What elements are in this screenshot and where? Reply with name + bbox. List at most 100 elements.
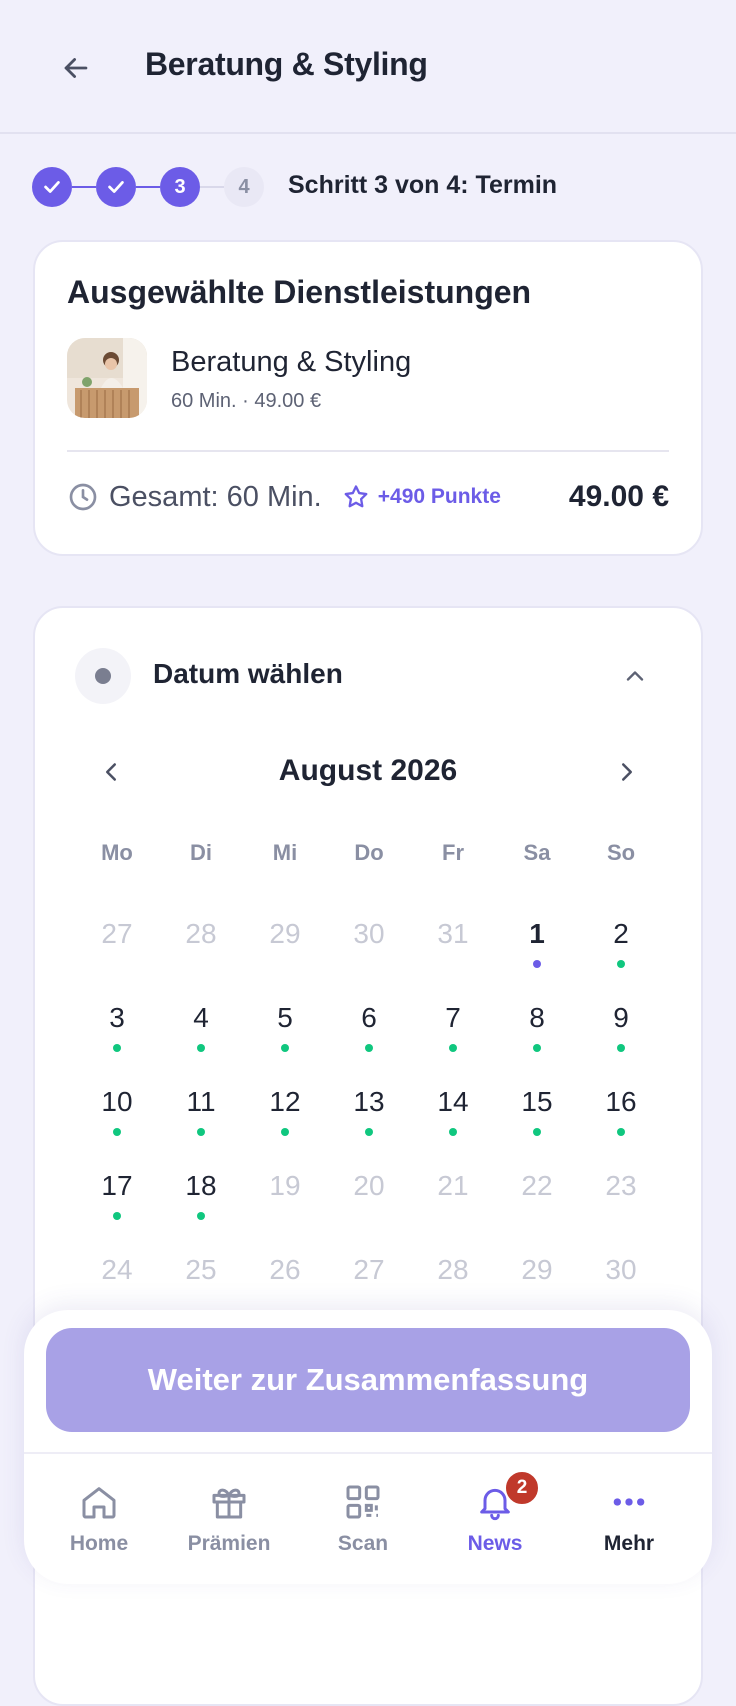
star-icon [344, 485, 368, 508]
availability-dot [365, 1044, 373, 1052]
day-number: 10 [101, 1086, 133, 1117]
collapse-button[interactable] [615, 656, 655, 696]
calendar-day[interactable]: 7 [411, 1002, 495, 1082]
continue-to-summary-button[interactable]: Weiter zur Zusammenfassung [46, 1328, 690, 1432]
weekday-label: Mi [272, 840, 298, 865]
calendar-day[interactable]: 10 [75, 1086, 159, 1166]
calendar-day[interactable]: 6 [327, 1002, 411, 1082]
card-title: Ausgewählte Dienstleistungen [67, 274, 532, 310]
nav-news[interactable]: 2 News [440, 1470, 550, 1570]
calendar-day: 23 [579, 1170, 663, 1250]
points-badge: +490 Punkte [342, 483, 501, 511]
day-number: 5 [277, 1002, 293, 1033]
availability-dot [113, 1128, 121, 1136]
availability-dot [533, 1044, 541, 1052]
day-number: 6 [361, 1002, 377, 1033]
calendar-day[interactable]: 18 [159, 1170, 243, 1250]
day-number: 28 [437, 1254, 469, 1285]
calendar-day[interactable]: 14 [411, 1086, 495, 1166]
day-number: 27 [353, 1254, 385, 1285]
day-number: 24 [101, 1254, 133, 1285]
availability-dot [113, 1044, 121, 1052]
day-number: 11 [186, 1086, 216, 1117]
availability-dot [617, 1044, 625, 1052]
next-month-button[interactable] [607, 752, 647, 792]
calendar-day[interactable]: 5 [243, 1002, 327, 1082]
calendar-day[interactable]: 1 [495, 918, 579, 998]
step-2 [96, 167, 136, 207]
calendar-day[interactable]: 16 [579, 1086, 663, 1166]
day-number: 31 [437, 918, 469, 949]
availability-dot [449, 1044, 457, 1052]
divider [24, 1452, 712, 1454]
nav-label: Mehr [603, 1532, 655, 1555]
progress-stepper: 3 4 Schritt 3 von 4: Termin [32, 167, 712, 207]
bottom-nav: Home Prämien Scan 2 News Mehr [24, 1470, 712, 1570]
day-number: 28 [185, 918, 217, 949]
calendar-day[interactable]: 12 [243, 1086, 327, 1166]
divider [67, 450, 669, 452]
bottom-action-panel: Weiter zur Zusammenfassung Home Prämien … [24, 1310, 712, 1584]
month-label: August 2026 [278, 754, 458, 787]
calendar-day[interactable]: 8 [495, 1002, 579, 1082]
day-number: 17 [101, 1170, 133, 1201]
chevron-up-icon [626, 671, 644, 681]
calendar-day[interactable]: 3 [75, 1002, 159, 1082]
nav-scan[interactable]: Scan [308, 1470, 418, 1570]
calendar-day: 21 [411, 1170, 495, 1250]
clock-icon [69, 483, 97, 511]
day-number: 27 [101, 918, 133, 949]
availability-dot [617, 960, 625, 968]
day-number: 12 [269, 1086, 301, 1117]
check-icon [108, 181, 124, 193]
day-number: 4 [193, 1002, 209, 1033]
day-number: 13 [353, 1086, 385, 1117]
day-number: 8 [529, 1002, 545, 1033]
calendar-day: 27 [75, 918, 159, 998]
availability-dot [113, 1212, 121, 1220]
section-status-indicator [75, 648, 131, 704]
step-3: 3 [160, 167, 200, 207]
service-thumbnail [67, 338, 147, 418]
selected-services-card: Ausgewählte Dienstleistungen Beratung & … [33, 240, 703, 556]
day-number: 19 [269, 1170, 301, 1201]
calendar-day[interactable]: 4 [159, 1002, 243, 1082]
availability-dot [617, 1128, 625, 1136]
nav-home[interactable]: Home [44, 1470, 154, 1570]
home-icon [82, 1487, 116, 1519]
step-connector [136, 186, 160, 188]
nav-label: Scan [337, 1532, 389, 1555]
day-number: 2 [613, 918, 629, 949]
calendar-day: 31 [411, 918, 495, 998]
day-number: 30 [353, 918, 385, 949]
check-icon [44, 181, 60, 193]
weekday-label: Do [354, 840, 384, 865]
calendar-day[interactable]: 13 [327, 1086, 411, 1166]
day-number: 7 [445, 1002, 461, 1033]
qr-icon [346, 1485, 380, 1519]
step-label: Schritt 3 von 4: Termin [288, 171, 558, 199]
calendar-day[interactable]: 15 [495, 1086, 579, 1166]
calendar-day[interactable]: 11 [159, 1086, 243, 1166]
calendar-day[interactable]: 2 [579, 918, 663, 998]
weekday-label: Sa [523, 840, 551, 865]
day-number: 29 [521, 1254, 553, 1285]
gift-icon [212, 1488, 246, 1519]
step-1 [32, 167, 72, 207]
nav-label: Home [69, 1532, 129, 1555]
calendar-day: 30 [327, 918, 411, 998]
weekday-label: Fr [442, 840, 464, 865]
nav-label: News [467, 1532, 523, 1555]
day-number: 22 [521, 1170, 553, 1201]
total-row: Gesamt: 60 Min. +490 Punkte 49.00 € [67, 474, 669, 520]
availability-dot [197, 1128, 205, 1136]
calendar-day[interactable]: 9 [579, 1002, 663, 1082]
chevron-right-icon [622, 763, 632, 781]
availability-dot [533, 1128, 541, 1136]
calendar-day[interactable]: 17 [75, 1170, 159, 1250]
section-title[interactable]: Datum wählen [153, 658, 343, 690]
back-button[interactable] [56, 48, 96, 88]
nav-mehr[interactable]: Mehr [574, 1470, 684, 1570]
nav-praemien[interactable]: Prämien [174, 1470, 284, 1570]
day-number: 18 [185, 1170, 217, 1201]
